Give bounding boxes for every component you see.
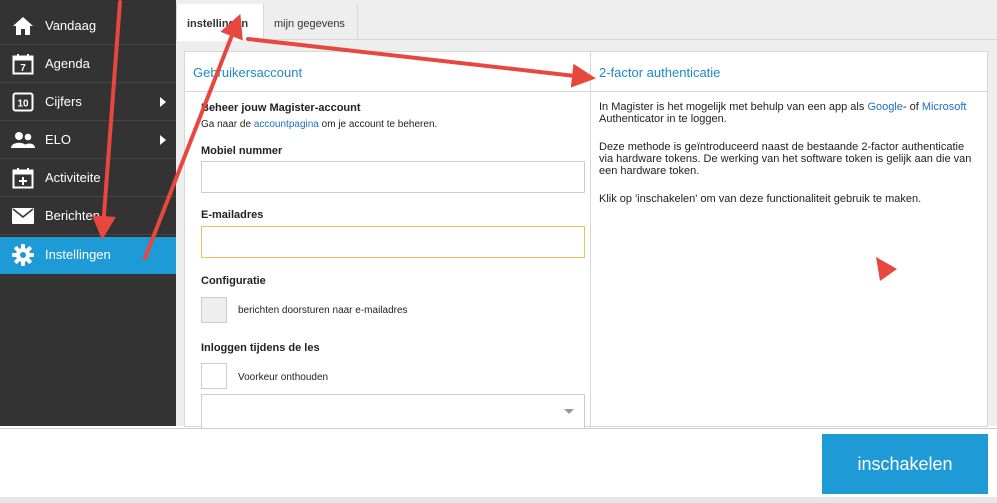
twofactor-panel: 2-factor authenticatie In Magister is he… — [590, 51, 988, 427]
footer-divider — [0, 428, 997, 429]
users-icon — [10, 128, 36, 152]
tab-mijn-gegevens[interactable]: mijn gegevens — [264, 4, 358, 40]
grades-icon: 10 — [10, 90, 36, 114]
main-content: instellingen mijn gegevens Gebruikersacc… — [176, 0, 997, 428]
sidebar-item-label: Berichten — [45, 208, 100, 223]
tab-label: instellingen — [187, 18, 249, 30]
sidebar: Vandaag 7 Agenda 10 Cijfers ELO Activite… — [0, 0, 176, 426]
footer-bottom-bar — [0, 497, 997, 503]
remember-label: Voorkeur onthouden — [238, 372, 329, 383]
account-page-link[interactable]: accountpagina — [254, 119, 319, 130]
config-heading: Configuratie — [201, 275, 266, 287]
enable-button[interactable]: inschakelen — [822, 434, 988, 494]
manage-heading: Beheer jouw Magister-account — [201, 102, 361, 114]
tab-label: mijn gegevens — [274, 18, 345, 30]
google-link[interactable]: Google — [867, 101, 902, 113]
calendar-icon: 7 — [10, 52, 36, 76]
sidebar-item-label: Instellingen — [45, 247, 111, 262]
sidebar-item-label: Activiteite — [45, 170, 101, 185]
home-icon — [10, 14, 36, 38]
sidebar-item-label: Agenda — [45, 56, 90, 71]
panel-title: Gebruikersaccount — [193, 65, 303, 80]
panel-title: 2-factor authenticatie — [599, 65, 721, 80]
tab-instellingen[interactable]: instellingen — [176, 4, 264, 41]
microsoft-link[interactable]: Microsoft — [922, 101, 967, 113]
remember-checkbox[interactable] — [201, 363, 227, 389]
sidebar-item-label: Cijfers — [45, 94, 82, 109]
twofactor-description: Deze methode is geïntroduceerd naast de … — [599, 141, 972, 177]
login-heading: Inloggen tijdens de les — [201, 342, 320, 354]
sidebar-item-activiteiten[interactable]: Activiteite — [0, 160, 176, 197]
sidebar-item-berichten[interactable]: Berichten — [0, 198, 176, 235]
gear-icon — [10, 243, 36, 267]
mobile-field[interactable] — [201, 161, 585, 193]
sidebar-item-elo[interactable]: ELO — [0, 122, 176, 159]
sidebar-item-agenda[interactable]: 7 Agenda — [0, 46, 176, 83]
forward-label: berichten doorsturen naar e-mailadres — [238, 305, 408, 316]
sidebar-item-label: ELO — [45, 132, 72, 147]
chevron-right-icon — [160, 135, 166, 145]
account-panel: Gebruikersaccount Beheer jouw Magister-a… — [184, 51, 592, 428]
sidebar-item-vandaag[interactable]: Vandaag — [0, 8, 176, 45]
email-label: E-mailadres — [201, 209, 264, 221]
account-panel-header: Gebruikersaccount — [185, 52, 591, 92]
forward-checkbox[interactable] — [201, 297, 227, 323]
svg-text:10: 10 — [17, 99, 29, 110]
sidebar-item-label: Vandaag — [45, 18, 97, 33]
svg-text:7: 7 — [20, 63, 26, 74]
sidebar-item-cijfers[interactable]: 10 Cijfers — [0, 84, 176, 121]
mobile-label: Mobiel nummer — [201, 145, 283, 157]
chevron-down-icon — [564, 409, 574, 414]
email-field[interactable] — [201, 226, 585, 258]
envelope-icon — [10, 204, 36, 228]
twofactor-instruction: Klik op 'inschakelen' om van deze functi… — [599, 193, 922, 205]
manage-text: Ga naar de accountpagina om je account t… — [201, 119, 438, 130]
tab-bar: instellingen mijn gegevens — [176, 0, 997, 41]
twofactor-panel-header: 2-factor authenticatie — [591, 52, 987, 92]
chevron-right-icon — [160, 97, 166, 107]
twofactor-intro: In Magister is het mogelijk met behulp v… — [599, 101, 967, 125]
calendar-plus-icon — [10, 166, 36, 190]
sidebar-item-instellingen[interactable]: Instellingen — [0, 237, 176, 274]
login-select[interactable] — [201, 394, 585, 428]
